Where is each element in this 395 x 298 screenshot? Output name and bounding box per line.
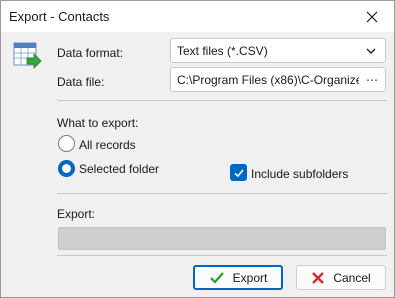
- export-dialog: Export - Contacts Data format: Text file…: [0, 0, 395, 298]
- browse-button[interactable]: ⋯: [359, 68, 385, 91]
- cancel-button[interactable]: Cancel: [296, 265, 386, 290]
- include-subfolders-label[interactable]: Include subfolders: [251, 167, 348, 181]
- data-file-value: C:\Program Files (x86)\C-Organizer Pro: [177, 73, 386, 87]
- include-subfolders-checkbox[interactable]: [230, 164, 247, 181]
- window-title: Export - Contacts: [9, 9, 110, 24]
- data-format-value: Text files (*.CSV): [177, 44, 268, 58]
- data-format-label: Data format:: [57, 46, 124, 60]
- check-icon: [233, 168, 244, 177]
- close-icon: [366, 11, 378, 22]
- cancel-button-label: Cancel: [333, 270, 371, 285]
- all-records-label[interactable]: All records: [79, 138, 136, 152]
- divider: [57, 100, 387, 101]
- check-icon: [209, 271, 224, 284]
- data-format-select[interactable]: Text files (*.CSV): [170, 38, 386, 63]
- export-button[interactable]: Export: [193, 265, 283, 290]
- selected-folder-radio[interactable]: [58, 160, 75, 177]
- selected-folder-label[interactable]: Selected folder: [79, 162, 159, 176]
- title-bar: Export - Contacts: [1, 1, 394, 32]
- data-file-input[interactable]: C:\Program Files (x86)\C-Organizer Pro ⋯: [170, 67, 386, 92]
- chevron-down-icon: [366, 48, 376, 54]
- export-button-label: Export: [232, 270, 268, 285]
- divider: [57, 255, 387, 256]
- export-progress-label: Export:: [57, 207, 96, 221]
- x-icon: [312, 271, 325, 284]
- spreadsheet-export-icon: [13, 42, 42, 69]
- all-records-radio[interactable]: [58, 135, 75, 152]
- what-to-export-label: What to export:: [57, 116, 139, 130]
- divider: [57, 193, 387, 194]
- data-file-label: Data file:: [57, 75, 105, 89]
- export-progress-bar: [58, 227, 386, 250]
- close-button[interactable]: [350, 1, 394, 32]
